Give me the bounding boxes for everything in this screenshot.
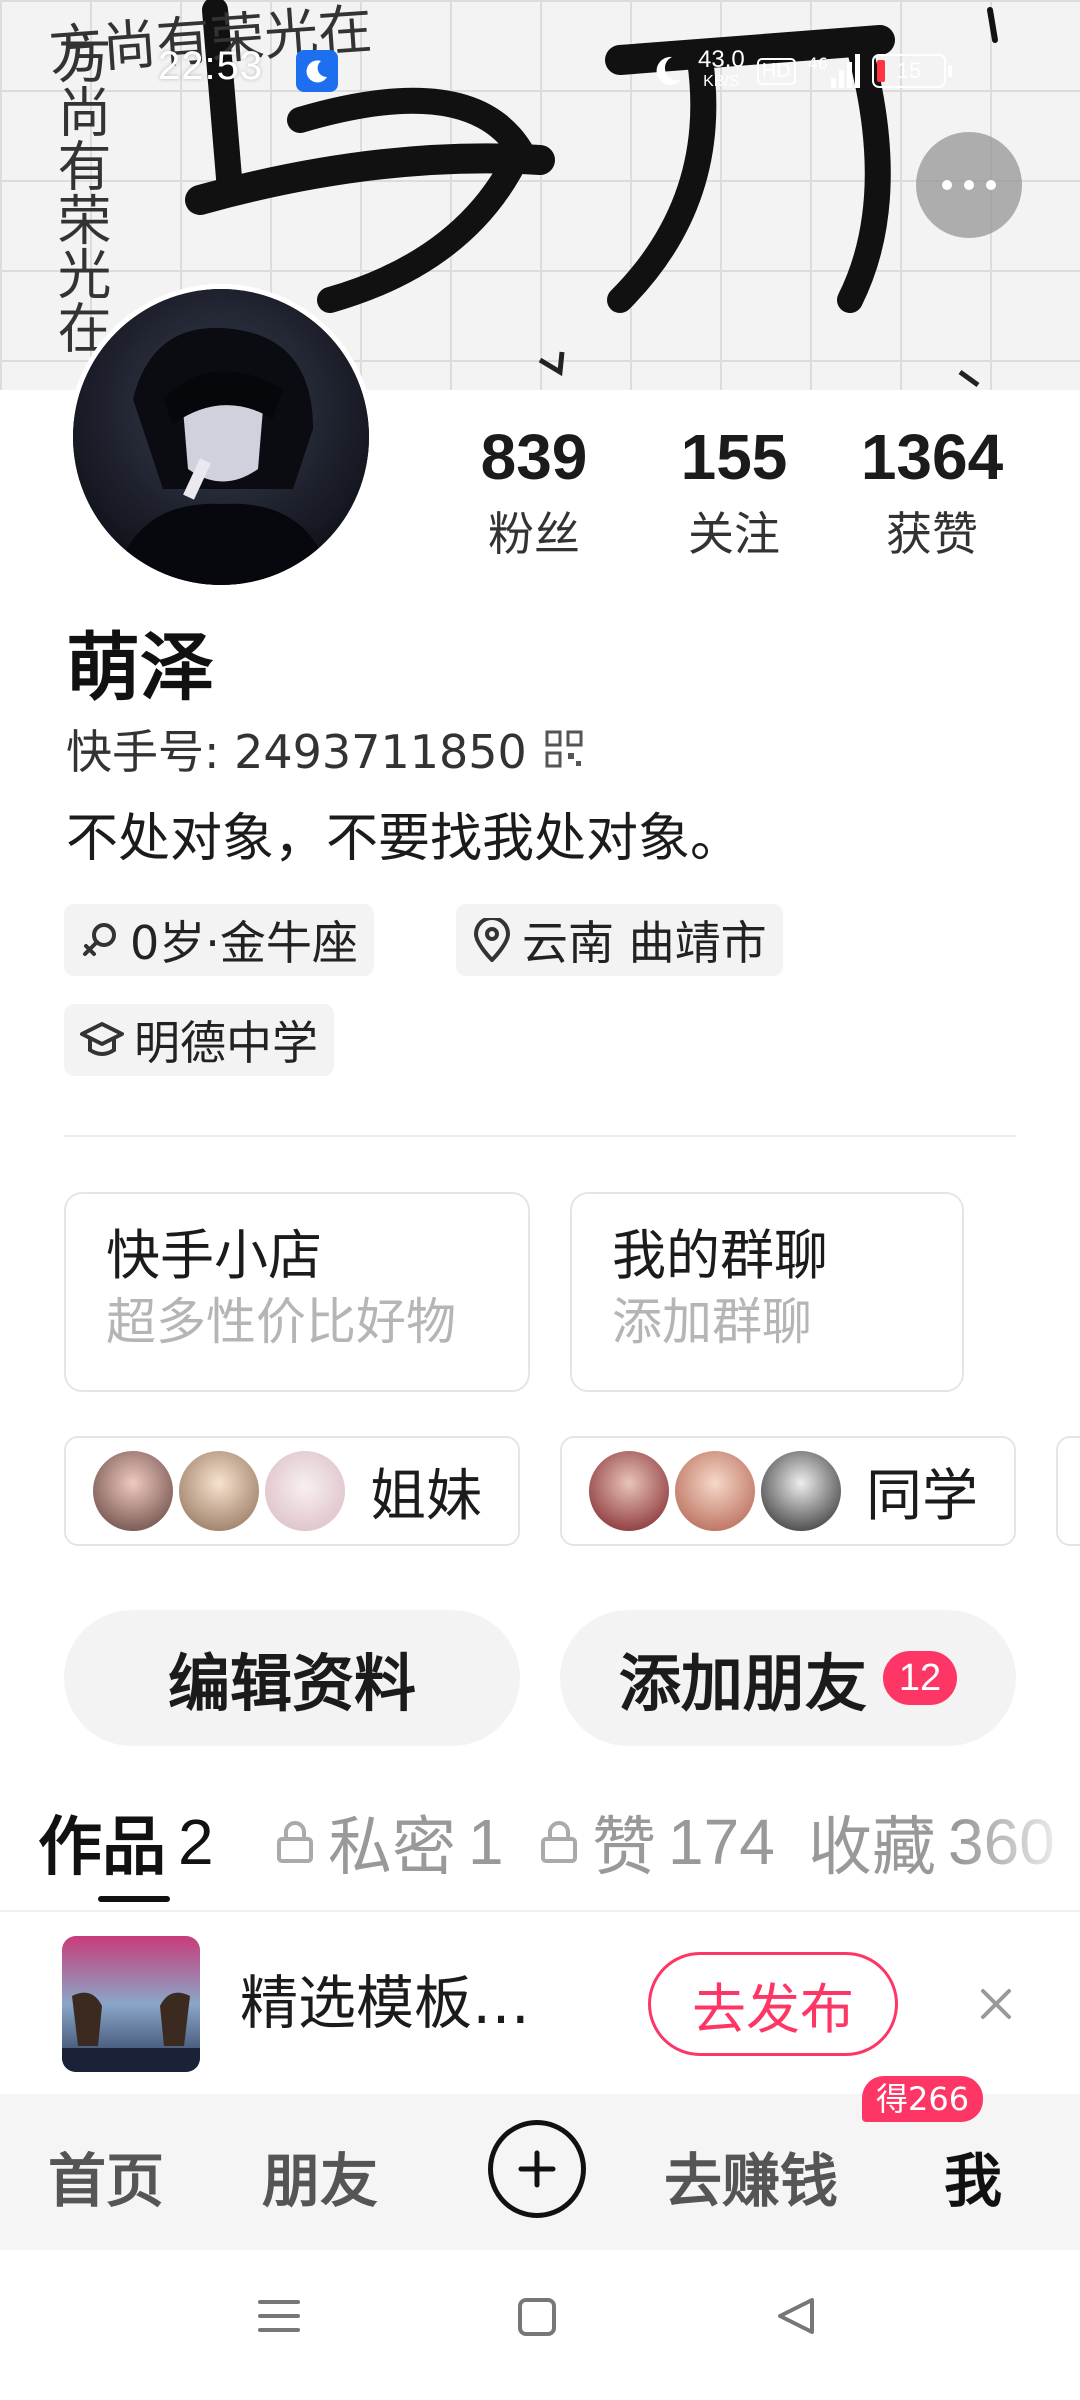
- followers-label: 粉丝: [488, 507, 580, 561]
- content-tabs: 作品2 私密1 赞174 收藏360: [0, 1796, 1080, 1906]
- status-bar: 22:53 43.0 KB/S HD 46 15: [0, 0, 1080, 140]
- status-right-group: 43.0 KB/S HD 46 15: [650, 46, 952, 96]
- kwai-id: 快手号: 2493711850: [66, 725, 527, 779]
- tab-works[interactable]: 作品 2: [38, 1796, 214, 1888]
- more-dots-icon: [942, 180, 996, 190]
- following-label: 关注: [688, 507, 780, 561]
- close-icon: [981, 1989, 1011, 2019]
- avatar-image: [73, 289, 369, 585]
- create-button[interactable]: [488, 2120, 586, 2218]
- more-options-button[interactable]: [916, 132, 1022, 238]
- group-label: 姐妹: [370, 1463, 482, 1529]
- group-label: 同学: [866, 1463, 978, 1529]
- nav-home[interactable]: 首页: [48, 2134, 164, 2218]
- do-not-disturb-icon: [656, 56, 682, 85]
- menu-icon[interactable]: [256, 2296, 302, 2336]
- promo-text: 精选模板…: [240, 1969, 531, 2037]
- bio: 不处对象，不要找我处对象。: [66, 809, 743, 869]
- qr-code-icon: [545, 730, 583, 768]
- stat-following[interactable]: 155 关注: [634, 412, 834, 566]
- followers-count: 839: [480, 421, 588, 493]
- likes-count: 1364: [860, 421, 1004, 493]
- promo-thumbnail: [62, 1936, 200, 2072]
- back-triangle-icon[interactable]: [774, 2294, 818, 2338]
- gender-female-icon: [83, 923, 116, 956]
- group-chat-title: 我的群聊: [612, 1224, 828, 1287]
- nav-earn[interactable]: 去赚钱: [664, 2134, 838, 2218]
- plus-icon: [518, 2150, 556, 2188]
- earn-badge: 得266: [862, 2076, 984, 2122]
- moon-icon: [296, 50, 338, 92]
- location-pin-icon: [473, 918, 511, 962]
- home-square-icon[interactable]: [516, 2296, 558, 2338]
- kwai-shop-title: 快手小店: [106, 1224, 322, 1287]
- divider: [64, 1135, 1016, 1137]
- member-avatar: [176, 1448, 262, 1534]
- nav-me[interactable]: 我: [944, 2134, 1002, 2218]
- tab-likes[interactable]: 赞 174: [538, 1796, 775, 1888]
- edit-profile-button[interactable]: 编辑资料: [64, 1610, 520, 1746]
- likes-label: 获赞: [886, 507, 978, 561]
- kwai-id-row[interactable]: 快手号: 2493711850: [66, 716, 583, 782]
- group-classmates[interactable]: 同学: [560, 1436, 1016, 1546]
- member-avatar: [262, 1448, 348, 1534]
- status-time: 22:53: [158, 44, 264, 88]
- lock-icon: [541, 1821, 577, 1863]
- tag-age-sign: 0岁·金牛座: [64, 904, 374, 976]
- add-friends-badge: 12: [882, 1651, 958, 1705]
- publish-button[interactable]: 去发布: [648, 1952, 898, 2056]
- stat-followers[interactable]: 839 粉丝: [434, 412, 634, 566]
- member-avatar: [758, 1448, 844, 1534]
- tab-private[interactable]: 私密 1: [274, 1796, 504, 1888]
- close-promo-button[interactable]: [966, 1974, 1026, 2034]
- hd-icon: HD: [756, 57, 796, 85]
- kwai-shop-subtitle: 超多性价比好物: [106, 1293, 456, 1351]
- member-avatar: [672, 1448, 758, 1534]
- lock-icon: [277, 1821, 313, 1863]
- group-chat-card[interactable]: 我的群聊 添加群聊: [570, 1192, 964, 1392]
- battery-icon: 15: [871, 54, 952, 88]
- tabs-fade-overlay: [960, 1790, 1080, 1900]
- group-more-edge[interactable]: [1056, 1436, 1080, 1546]
- tag-school: 明德中学: [64, 1004, 334, 1076]
- signal-icon: 46: [808, 54, 860, 88]
- group-sisters[interactable]: 姐妹: [64, 1436, 520, 1546]
- nav-friends[interactable]: 朋友: [262, 2134, 378, 2218]
- following-count: 155: [680, 421, 788, 493]
- member-avatar: [586, 1448, 672, 1534]
- active-tab-indicator: [98, 1896, 170, 1902]
- stat-likes[interactable]: 1364 获赞: [832, 412, 1032, 566]
- member-avatar: [90, 1448, 176, 1534]
- system-navigation-bar: [0, 2250, 1080, 2400]
- template-promo-bar[interactable]: 精选模板… 去发布: [0, 1910, 1080, 2096]
- nickname: 萌泽: [66, 625, 214, 711]
- add-friends-button[interactable]: 添加朋友 12: [560, 1610, 1016, 1746]
- graduation-cap-icon: [80, 1022, 124, 1056]
- kwai-shop-card[interactable]: 快手小店 超多性价比好物: [64, 1192, 530, 1392]
- tag-location: 云南 曲靖市: [456, 904, 783, 976]
- avatar[interactable]: [68, 284, 374, 590]
- group-chat-subtitle: 添加群聊: [612, 1293, 812, 1351]
- network-speed: 43.0 KB/S: [698, 46, 745, 91]
